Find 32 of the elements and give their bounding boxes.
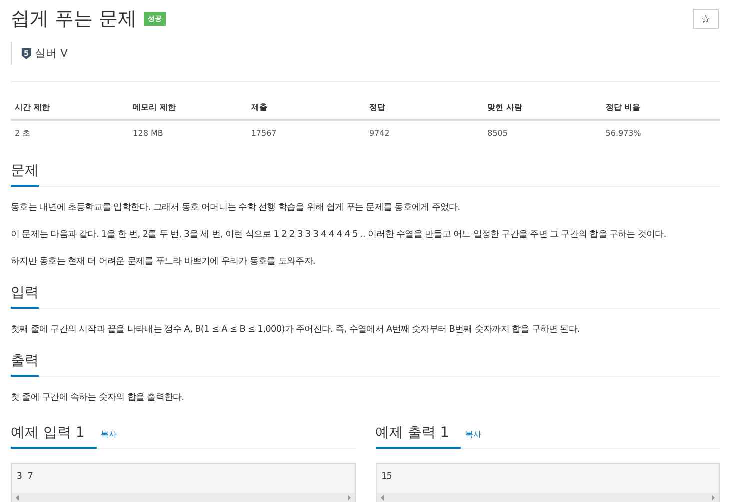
- table-cell: 17567: [247, 120, 366, 146]
- paragraph: 첫째 줄에 구간의 시작과 끝을 나타내는 정수 A, B(1 ≤ A ≤ B ≤ 1,000)가 주어진다. 즉, 수열에서 A번째 숫자부터 B번째 숫자까지 합을 구하면 된다.: [11, 324, 580, 336]
- tier-icon: 5: [21, 46, 32, 60]
- star-button[interactable]: ☆: [693, 9, 719, 29]
- paragraph: 첫 줄에 구간에 속하는 숫자의 합을 출력한다.: [11, 392, 184, 404]
- code-text: 15: [380, 471, 394, 482]
- scrollbar[interactable]: [376, 493, 719, 502]
- example-heading: 예제 입력 1: [11, 424, 97, 449]
- paragraph: 하지만 동호는 현재 더 어려운 문제를 푸느라 바쁘기에 우리가 동호를 도와주자.: [11, 256, 316, 268]
- table-cell: 9742: [365, 120, 484, 146]
- column-header: 제출: [247, 94, 366, 120]
- problem-title: 쉽게 푸는 문제: [11, 7, 138, 32]
- paragraph: 동호는 내년에 초등학교를 입학한다. 그래서 동호 어머니는 수학 선행 학습을 위해 쉽게 푸는 문제를 동호에게 주었다.: [11, 202, 460, 214]
- table-cell: 56.973%: [602, 120, 720, 146]
- column-header: 정답: [365, 94, 484, 120]
- column-header: 정답 비율: [602, 94, 720, 120]
- example-heading: 예제 출력 1: [376, 424, 462, 449]
- column-header: 시간 제한: [11, 94, 130, 120]
- section-heading: 출력: [11, 352, 39, 377]
- scrollbar[interactable]: [12, 493, 354, 502]
- section-heading: 문제: [11, 162, 39, 187]
- column-header: 메모리 제한: [129, 94, 248, 120]
- copy-link[interactable]: 복사: [100, 429, 117, 440]
- table-cell: 8505: [484, 120, 602, 146]
- code-text: 3 7: [16, 471, 34, 482]
- column-header: 맞힌 사람: [484, 94, 602, 120]
- section-heading: 입력: [11, 284, 39, 309]
- copy-link[interactable]: 복사: [465, 429, 482, 440]
- table-cell: 128 MB: [129, 120, 248, 146]
- tier-label: 실버 V: [35, 46, 68, 61]
- table-cell: 2 초: [11, 120, 130, 146]
- paragraph: 이 문제는 다음과 같다. 1을 한 번, 2를 두 번, 3을 세 번, 이런 식으로 1 2 2 3 3 3 4 4 4 4 5 .. 이러한 수열을 만들고 어느 일정한 구간을 주면 그 구간의 합을 구하는 것이다.: [11, 229, 666, 241]
